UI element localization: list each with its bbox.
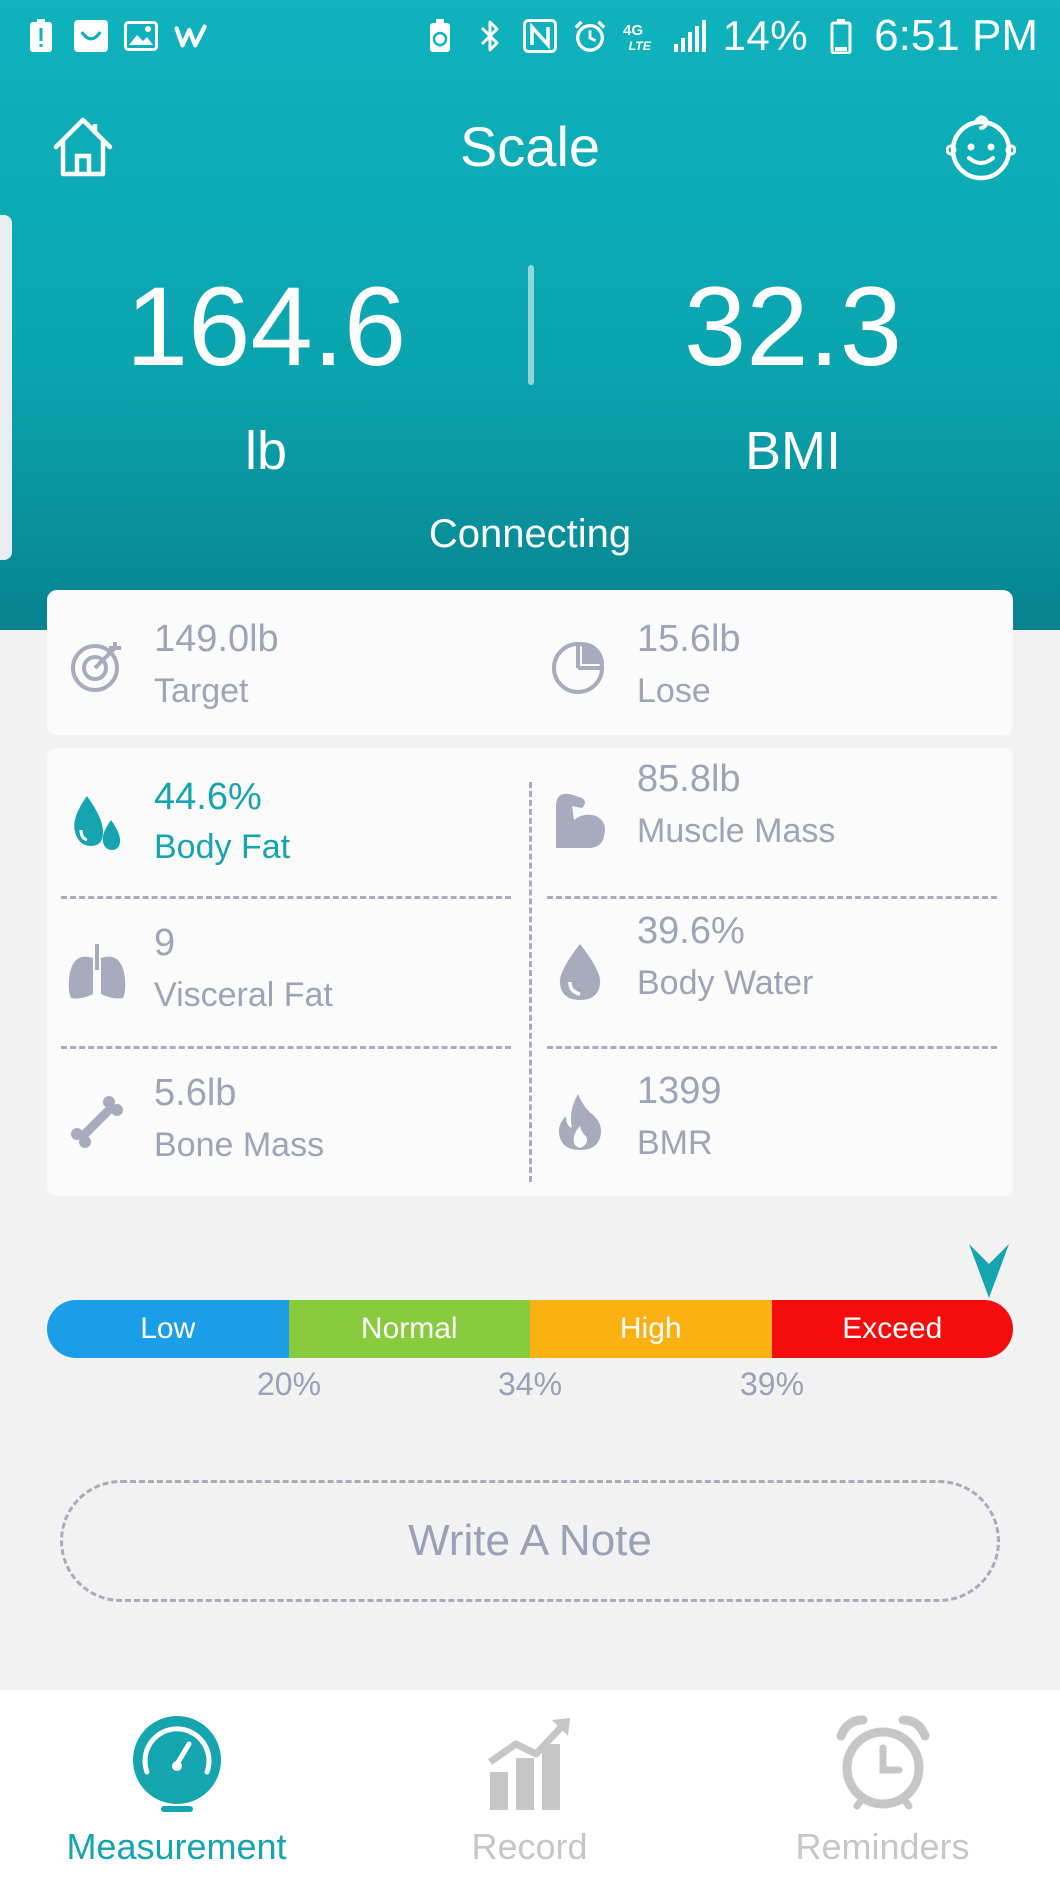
image-icon	[124, 19, 158, 53]
metric-muscle-mass[interactable]: 85.8lb Muscle Mass	[530, 748, 1013, 896]
metric-value: 39.6%	[637, 910, 745, 952]
battery-recycle-icon	[423, 19, 457, 53]
metric-label: BMR	[637, 1124, 713, 1162]
status-bar: 4G LTE 14% 6:51 PM	[0, 0, 1060, 72]
metric-bone-mass[interactable]: 5.6lb Bone Mass	[47, 1048, 527, 1196]
muscle-arm-icon	[548, 788, 612, 852]
lose-label: Lose	[637, 672, 711, 710]
wish-app-icon	[174, 19, 208, 53]
metric-value: 1399	[637, 1070, 722, 1112]
flame-icon	[548, 1090, 612, 1154]
range-segment-exceed: Exceed	[771, 1300, 1013, 1358]
alert-icon	[24, 19, 58, 53]
clock: 6:51 PM	[874, 11, 1038, 60]
nfc-icon	[522, 19, 557, 53]
metric-value: 5.6lb	[154, 1072, 237, 1114]
water-drop-icon	[548, 940, 612, 1004]
body-fat-range-bar: Low Normal High Exceed	[47, 1300, 1013, 1358]
lte-icon: 4G LTE	[623, 19, 657, 53]
signal-icon	[673, 19, 707, 53]
metric-label: Visceral Fat	[154, 976, 333, 1014]
bmi-value: 32.3	[684, 264, 902, 389]
svg-text:4G: 4G	[623, 22, 643, 39]
weight-value: 164.6	[125, 264, 407, 389]
alarm-clock-icon	[833, 1714, 933, 1814]
tab-label: Reminders	[795, 1826, 970, 1867]
metric-label: Body Water	[637, 964, 814, 1002]
metric-value: 85.8lb	[637, 758, 741, 800]
water-drops-icon	[65, 790, 129, 854]
battery-percent: 14%	[722, 12, 809, 59]
metric-label: Bone Mass	[154, 1126, 325, 1164]
header-divider	[528, 265, 534, 385]
bluetooth-icon	[473, 19, 507, 53]
svg-text:LTE: LTE	[628, 39, 651, 53]
metric-body-fat[interactable]: 44.6% Body Fat	[47, 748, 527, 896]
metric-visceral-fat[interactable]: 9 Visceral Fat	[47, 898, 527, 1046]
header: 4G LTE 14% 6:51 PM Scale 164.6 32.3 lb BM…	[0, 0, 1060, 630]
gauge-icon	[127, 1714, 227, 1814]
range-segment-low: Low	[47, 1300, 289, 1358]
tab-measurement[interactable]: Measurement	[0, 1690, 353, 1885]
tab-reminders[interactable]: Reminders	[706, 1690, 1059, 1885]
metrics-card: 44.6% Body Fat 85.8lb Muscle Mass 9 Visc…	[47, 748, 1013, 1196]
bottom-tab-bar: Measurement Record Reminders	[0, 1690, 1060, 1885]
range-segment-normal: Normal	[288, 1300, 530, 1358]
title-row: Scale	[0, 100, 1060, 190]
battery-icon	[824, 19, 858, 54]
page-title: Scale	[459, 115, 601, 178]
range-segment-high: High	[530, 1300, 772, 1358]
target-value: 149.0lb	[154, 618, 279, 660]
shopping-bag-icon	[74, 19, 108, 53]
connection-status: Connecting	[428, 512, 632, 556]
tab-label: Measurement	[66, 1826, 287, 1867]
tab-label: Record	[471, 1826, 588, 1867]
target-icon	[65, 634, 129, 698]
pie-chart-icon	[548, 634, 612, 698]
goal-card: 149.0lb Target 15.6lb Lose	[47, 590, 1013, 735]
target-label: Target	[154, 672, 249, 710]
range-threshold: 34%	[497, 1366, 563, 1402]
lungs-icon	[65, 940, 129, 1004]
range-threshold: 20%	[256, 1366, 322, 1402]
metric-body-water[interactable]: 39.6% Body Water	[530, 898, 1013, 1046]
bone-icon	[65, 1090, 129, 1154]
target-cell[interactable]: 149.0lb Target	[47, 590, 530, 735]
baby-profile-icon[interactable]	[945, 112, 1017, 182]
bar-chart-icon	[480, 1714, 580, 1814]
range-threshold: 39%	[739, 1366, 805, 1402]
metric-bmr[interactable]: 1399 BMR	[530, 1048, 1013, 1196]
alarm-icon	[573, 19, 607, 53]
tab-record[interactable]: Record	[353, 1690, 706, 1885]
bmi-unit: BMI	[744, 421, 841, 481]
metric-label: Body Fat	[154, 828, 291, 866]
lose-cell[interactable]: 15.6lb Lose	[530, 590, 1013, 735]
weight-unit: lb	[244, 421, 288, 481]
metric-value: 9	[154, 922, 176, 964]
metric-label: Muscle Mass	[637, 812, 836, 850]
range-indicator-icon	[967, 1242, 1011, 1300]
side-drawer-handle[interactable]	[0, 215, 12, 560]
write-note-button[interactable]: Write A Note	[60, 1480, 1000, 1602]
metric-value: 44.6%	[154, 776, 262, 818]
lose-value: 15.6lb	[637, 618, 741, 660]
